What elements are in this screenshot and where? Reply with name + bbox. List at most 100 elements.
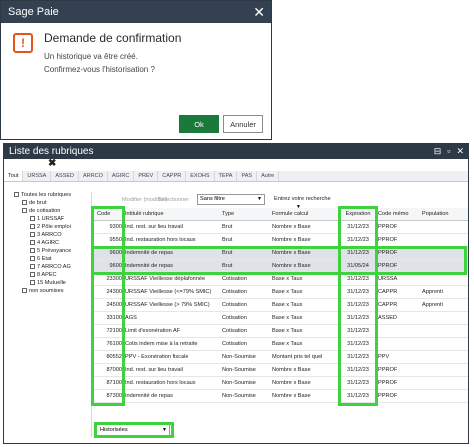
dialog-heading: Demande de confirmation	[44, 31, 182, 45]
table-row[interactable]: 80552 PPV - Exonération fiscale Non-Soumis…	[94, 351, 468, 364]
tree-item[interactable]: 3 ARRCO	[30, 232, 62, 239]
table-row[interactable]: 24500 URSSAF Vieillesse (> 79% SMIC) Cotis…	[94, 299, 468, 312]
cell-code: 9550	[109, 237, 122, 243]
tree-branch-cotisation[interactable]: de cotisation	[22, 208, 60, 215]
cell-population: Apprenti	[422, 289, 443, 295]
table-row[interactable]: 72100 Limit d'exonération AF Cotisation Bas…	[94, 325, 468, 338]
tab-prev[interactable]: PREV	[134, 171, 159, 181]
dialog-message-line1: Un historique va être créé.	[44, 52, 138, 61]
close-icon[interactable]: ✕	[456, 144, 464, 159]
cell-type: Brut	[222, 224, 233, 230]
checkbox-icon[interactable]	[30, 216, 35, 222]
select-action[interactable]: Sélectionner	[158, 197, 189, 203]
checkbox-icon[interactable]	[22, 200, 27, 206]
cell-code: 33100	[106, 315, 122, 321]
tree-item[interactable]: 6 Etat	[30, 256, 52, 263]
search-input[interactable]: Entrez votre recherche	[274, 194, 374, 204]
tree-root[interactable]: Toutes les rubriques	[14, 192, 71, 199]
cell-type: Cotisation	[222, 276, 247, 282]
table-row[interactable]: 87100 Ind. restauration hors locaux Non-So…	[94, 377, 468, 390]
checkbox-icon[interactable]	[30, 256, 35, 262]
column-expiration[interactable]: Expiration	[340, 208, 376, 221]
cell-formule: Nombre x Base	[272, 380, 311, 386]
cell-formule: Nombre x Base	[272, 263, 311, 269]
tab-pas[interactable]: PAS	[237, 171, 258, 181]
ok-button[interactable]: Ok	[179, 115, 219, 133]
cell-code: 87100	[106, 380, 122, 386]
cell-expiration: 31/12/23	[347, 367, 369, 373]
checkbox-icon[interactable]	[30, 224, 35, 230]
table-row[interactable]: 9300 Ind. rest. sur lieu travail Brut Nombr…	[94, 221, 468, 234]
confirmation-dialog: Sage Paie ✕ ! Demande de confirmation Un…	[0, 0, 272, 140]
table-row[interactable]: 87000 Ind. rest. sur lieu travail Non-Soum…	[94, 364, 468, 377]
tree-item[interactable]: 8 APEC	[30, 272, 57, 279]
column-population[interactable]: Population	[422, 208, 466, 221]
tree-item[interactable]: 4 AGIRC	[30, 240, 59, 247]
tree-item[interactable]: 2 Pôle emploi	[30, 224, 71, 231]
column-code-memo[interactable]: Code mémo	[378, 208, 420, 221]
table-row[interactable]: 76100 Cotis indem mise à la retraite Cotis…	[94, 338, 468, 351]
cell-intitule: URSSAF Vieillesse (<=79% SMIC)	[125, 289, 212, 295]
tab-arrco[interactable]: ARRCO	[79, 171, 108, 181]
tree-branch-brut[interactable]: de brut	[22, 200, 46, 207]
cell-expiration: 31/12/23	[347, 289, 369, 295]
cancel-button[interactable]: Annuler	[223, 115, 263, 133]
column-intitule[interactable]: Intitulé rubrique	[125, 208, 220, 221]
tab-tepa[interactable]: TEPA	[215, 171, 238, 181]
minimize-icon[interactable]: ⊟	[434, 144, 442, 159]
cell-intitule: Indemnité de repas	[125, 393, 173, 399]
delete-icon[interactable]: ✖	[48, 158, 56, 169]
table-row[interactable]: 9550 Ind. restauration hors locaux Brut Nom…	[94, 234, 468, 247]
grid-toolbar: Modifier (modifier) Sélectionner Sans fi…	[94, 192, 468, 210]
checkbox-icon[interactable]	[30, 232, 35, 238]
checkbox-icon[interactable]	[30, 248, 35, 254]
tab-assed[interactable]: ASSED	[51, 171, 80, 181]
cell-type: Non-Soumise	[222, 380, 256, 386]
tab-agirc[interactable]: AGIRC	[108, 171, 135, 181]
tree-item[interactable]: 5 Prévoyance	[30, 248, 71, 255]
cell-code: 9600	[109, 250, 122, 256]
table-row[interactable]: 9600 Indemnité de repas Brut Nombre x Base 3…	[94, 247, 468, 260]
close-icon[interactable]: ✕	[253, 3, 265, 21]
tab-cappr[interactable]: CAPPR	[158, 171, 187, 181]
tree-item[interactable]: 1 URSSAF	[30, 216, 64, 223]
checkbox-icon[interactable]	[22, 208, 27, 214]
cell-type: Cotisation	[222, 341, 247, 347]
checkbox-icon[interactable]	[14, 192, 19, 198]
cell-intitule: Ind. rest. sur lieu travail	[125, 224, 183, 230]
tab-exohs[interactable]: EXOHS	[186, 171, 215, 181]
checkbox-icon[interactable]	[30, 272, 35, 278]
tree-branch-non-soumises[interactable]: non soumises	[22, 288, 64, 295]
cell-type: Non-Soumise	[222, 367, 256, 373]
cell-formule: Base x Taux	[272, 289, 303, 295]
exclamation-icon: !	[13, 33, 33, 53]
tree-item-label: 1 URSSAF	[37, 216, 65, 222]
checkbox-icon[interactable]	[22, 288, 27, 294]
tab-tout[interactable]: Tout	[4, 171, 24, 181]
column-code[interactable]: Code	[94, 208, 122, 221]
checkbox-icon[interactable]	[30, 264, 35, 270]
cell-code-memo: PPROF	[378, 393, 398, 399]
checkbox-icon[interactable]	[30, 280, 35, 286]
table-row[interactable]: 23300 URSSAF Vieillesse déplafonnée Cotisa…	[94, 273, 468, 286]
cell-code: 87000	[106, 367, 122, 373]
column-type[interactable]: Type	[222, 208, 270, 221]
filter-select[interactable]: Sans filtre ▼	[197, 194, 265, 205]
cell-expiration: 31/12/23	[347, 302, 369, 308]
tab-autre[interactable]: Autre	[257, 171, 280, 181]
column-formule[interactable]: Formule calcul	[272, 208, 338, 221]
tab-urssa[interactable]: URSSA	[23, 171, 52, 181]
tree-item[interactable]: 15 Mutuelle	[30, 280, 66, 287]
table-row[interactable]: 33100 AGS Cotisation Base x Taux 31/12/23 ASS…	[94, 312, 468, 325]
checkbox-icon[interactable]	[30, 240, 35, 246]
history-filter-select[interactable]: Historisées ▼	[96, 424, 170, 436]
table-row[interactable]: 9600 Indemnité de repas Brut Nombre x Base 3…	[94, 260, 468, 273]
window-controls: ⊟ ▫ ✕	[434, 144, 464, 159]
tree-item[interactable]: 7 ARRCO AG	[30, 264, 71, 271]
cell-type: Cotisation	[222, 328, 247, 334]
search-placeholder: Entrez votre recherche	[274, 196, 331, 202]
table-row[interactable]: 87300 Indemnité de repas Non-Soumise Nombre…	[94, 390, 468, 403]
table-row[interactable]: 24300 URSSAF Vieillesse (<=79% SMIC) Cotis…	[94, 286, 468, 299]
cell-code-memo: URSSA	[378, 276, 398, 282]
restore-icon[interactable]: ▫	[447, 144, 450, 159]
